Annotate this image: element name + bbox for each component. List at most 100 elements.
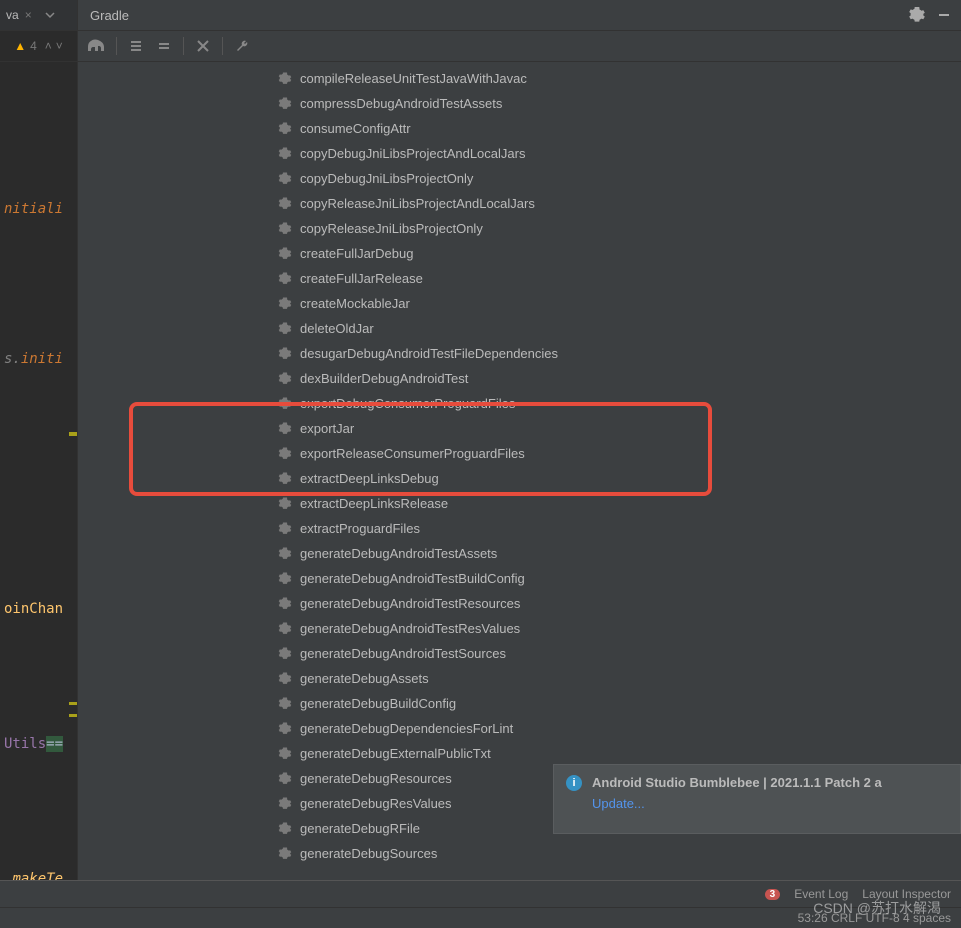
task-label: createFullJarRelease	[300, 271, 423, 286]
task-row[interactable]: copyDebugJniLibsProjectOnly	[78, 166, 961, 191]
task-row[interactable]: compressDebugAndroidTestAssets	[78, 91, 961, 116]
warning-count: 4	[30, 39, 37, 53]
task-label: generateDebugAndroidTestBuildConfig	[300, 571, 525, 586]
task-row[interactable]: copyReleaseJniLibsProjectOnly	[78, 216, 961, 241]
task-row[interactable]: createFullJarRelease	[78, 266, 961, 291]
task-row[interactable]: extractProguardFiles	[78, 516, 961, 541]
task-label: consumeConfigAttr	[300, 121, 411, 136]
gear-icon	[278, 522, 292, 536]
gear-icon	[278, 747, 292, 761]
task-label: createFullJarDebug	[300, 246, 413, 261]
gear-icon	[278, 822, 292, 836]
task-row[interactable]: desugarDebugAndroidTestFileDependencies	[78, 341, 961, 366]
separator	[183, 37, 184, 55]
task-label: generateDebugSources	[300, 846, 437, 861]
task-row[interactable]: exportReleaseConsumerProguardFiles	[78, 441, 961, 466]
notification-title: Android Studio Bumblebee | 2021.1.1 Patc…	[592, 775, 948, 790]
task-label: generateDebugAndroidTestResources	[300, 596, 520, 611]
gear-icon	[278, 647, 292, 661]
gear-icon	[278, 372, 292, 386]
collapse-all-icon[interactable]	[153, 35, 175, 57]
event-log-button[interactable]: Event Log	[794, 887, 848, 901]
task-row[interactable]: generateDebugAndroidTestBuildConfig	[78, 566, 961, 591]
task-row[interactable]: generateDebugAndroidTestResources	[78, 591, 961, 616]
expand-all-icon[interactable]	[125, 35, 147, 57]
task-label: exportDebugConsumerProguardFiles	[300, 396, 515, 411]
gear-icon	[278, 547, 292, 561]
task-label: extractProguardFiles	[300, 521, 420, 536]
gradle-toolbar	[78, 31, 961, 61]
task-label: exportJar	[300, 421, 354, 436]
task-row[interactable]: generateDebugAssets	[78, 666, 961, 691]
info-icon: i	[566, 775, 582, 791]
warning-icon: ▲	[14, 39, 26, 53]
task-row[interactable]: exportDebugConsumerProguardFiles	[78, 391, 961, 416]
task-row[interactable]: exportJar	[78, 416, 961, 441]
gear-icon	[278, 622, 292, 636]
gear-icon	[278, 797, 292, 811]
task-row[interactable]: generateDebugSources	[78, 841, 961, 866]
task-row[interactable]: copyReleaseJniLibsProjectAndLocalJars	[78, 191, 961, 216]
task-label: compressDebugAndroidTestAssets	[300, 96, 502, 111]
task-label: generateDebugAndroidTestAssets	[300, 546, 497, 561]
gear-icon	[278, 222, 292, 236]
task-row[interactable]: generateDebugAndroidTestSources	[78, 641, 961, 666]
up-icon[interactable]: ˄	[45, 39, 52, 53]
gear-icon	[278, 597, 292, 611]
task-row[interactable]: generateDebugBuildConfig	[78, 691, 961, 716]
chevron-down-icon[interactable]	[38, 10, 62, 20]
gear-icon	[278, 172, 292, 186]
update-notification[interactable]: i Android Studio Bumblebee | 2021.1.1 Pa…	[553, 764, 961, 834]
status-bar: 3 Event Log Layout Inspector	[0, 880, 961, 907]
gear-icon	[278, 272, 292, 286]
task-label: generateDebugAndroidTestSources	[300, 646, 506, 661]
gutter-mark	[69, 702, 77, 705]
gear-icon	[278, 347, 292, 361]
gradle-title: Gradle	[90, 8, 129, 23]
down-icon[interactable]: ˅	[56, 39, 63, 53]
update-link[interactable]: Update...	[592, 796, 948, 811]
gear-icon	[278, 422, 292, 436]
minimize-icon[interactable]	[937, 8, 951, 22]
task-row[interactable]: compileReleaseUnitTestJavaWithJavac	[78, 66, 961, 91]
task-row[interactable]: extractDeepLinksRelease	[78, 491, 961, 516]
caret-info[interactable]: 53:26 CRLF UTF-8 4 spaces	[798, 911, 951, 925]
task-label: extractDeepLinksDebug	[300, 471, 439, 486]
task-row[interactable]: consumeConfigAttr	[78, 116, 961, 141]
elephant-icon[interactable]	[86, 35, 108, 57]
task-row[interactable]: extractDeepLinksDebug	[78, 466, 961, 491]
gear-icon	[278, 147, 292, 161]
warnings-strip[interactable]: ▲ 4 ˄ ˅	[0, 31, 78, 61]
task-row[interactable]: createFullJarDebug	[78, 241, 961, 266]
task-label: dexBuilderDebugAndroidTest	[300, 371, 468, 386]
gear-icon[interactable]	[909, 7, 925, 23]
event-log-badge[interactable]: 3	[765, 889, 781, 900]
task-row[interactable]: generateDebugDependenciesForLint	[78, 716, 961, 741]
layout-inspector-button[interactable]: Layout Inspector	[862, 887, 951, 901]
task-label: generateDebugResources	[300, 771, 452, 786]
gear-icon	[278, 97, 292, 111]
close-icon[interactable]: ×	[25, 8, 32, 22]
task-row[interactable]: copyDebugJniLibsProjectAndLocalJars	[78, 141, 961, 166]
gear-icon	[278, 697, 292, 711]
toolbar-row: ▲ 4 ˄ ˅	[0, 31, 961, 62]
gear-icon	[278, 472, 292, 486]
editor-tab[interactable]: va ×	[0, 0, 38, 30]
task-row[interactable]: generateDebugAndroidTestAssets	[78, 541, 961, 566]
gutter-mark	[69, 432, 77, 436]
task-row[interactable]: createMockableJar	[78, 291, 961, 316]
gear-icon	[278, 447, 292, 461]
task-row[interactable]: generateDebugAndroidTestResValues	[78, 616, 961, 641]
task-list[interactable]: compileReleaseUnitTestJavaWithJavac compr…	[78, 62, 961, 870]
status-bar-2: 53:26 CRLF UTF-8 4 spaces	[0, 907, 961, 928]
task-row[interactable]: generateDebugExternalPublicTxt	[78, 741, 961, 766]
task-label: generateDebugDependenciesForLint	[300, 721, 513, 736]
task-label: copyDebugJniLibsProjectOnly	[300, 171, 473, 186]
offline-icon[interactable]	[192, 35, 214, 57]
gear-icon	[278, 847, 292, 861]
task-row[interactable]: deleteOldJar	[78, 316, 961, 341]
task-row[interactable]: dexBuilderDebugAndroidTest	[78, 366, 961, 391]
gear-icon	[278, 497, 292, 511]
wrench-icon[interactable]	[231, 35, 253, 57]
task-label: deleteOldJar	[300, 321, 374, 336]
